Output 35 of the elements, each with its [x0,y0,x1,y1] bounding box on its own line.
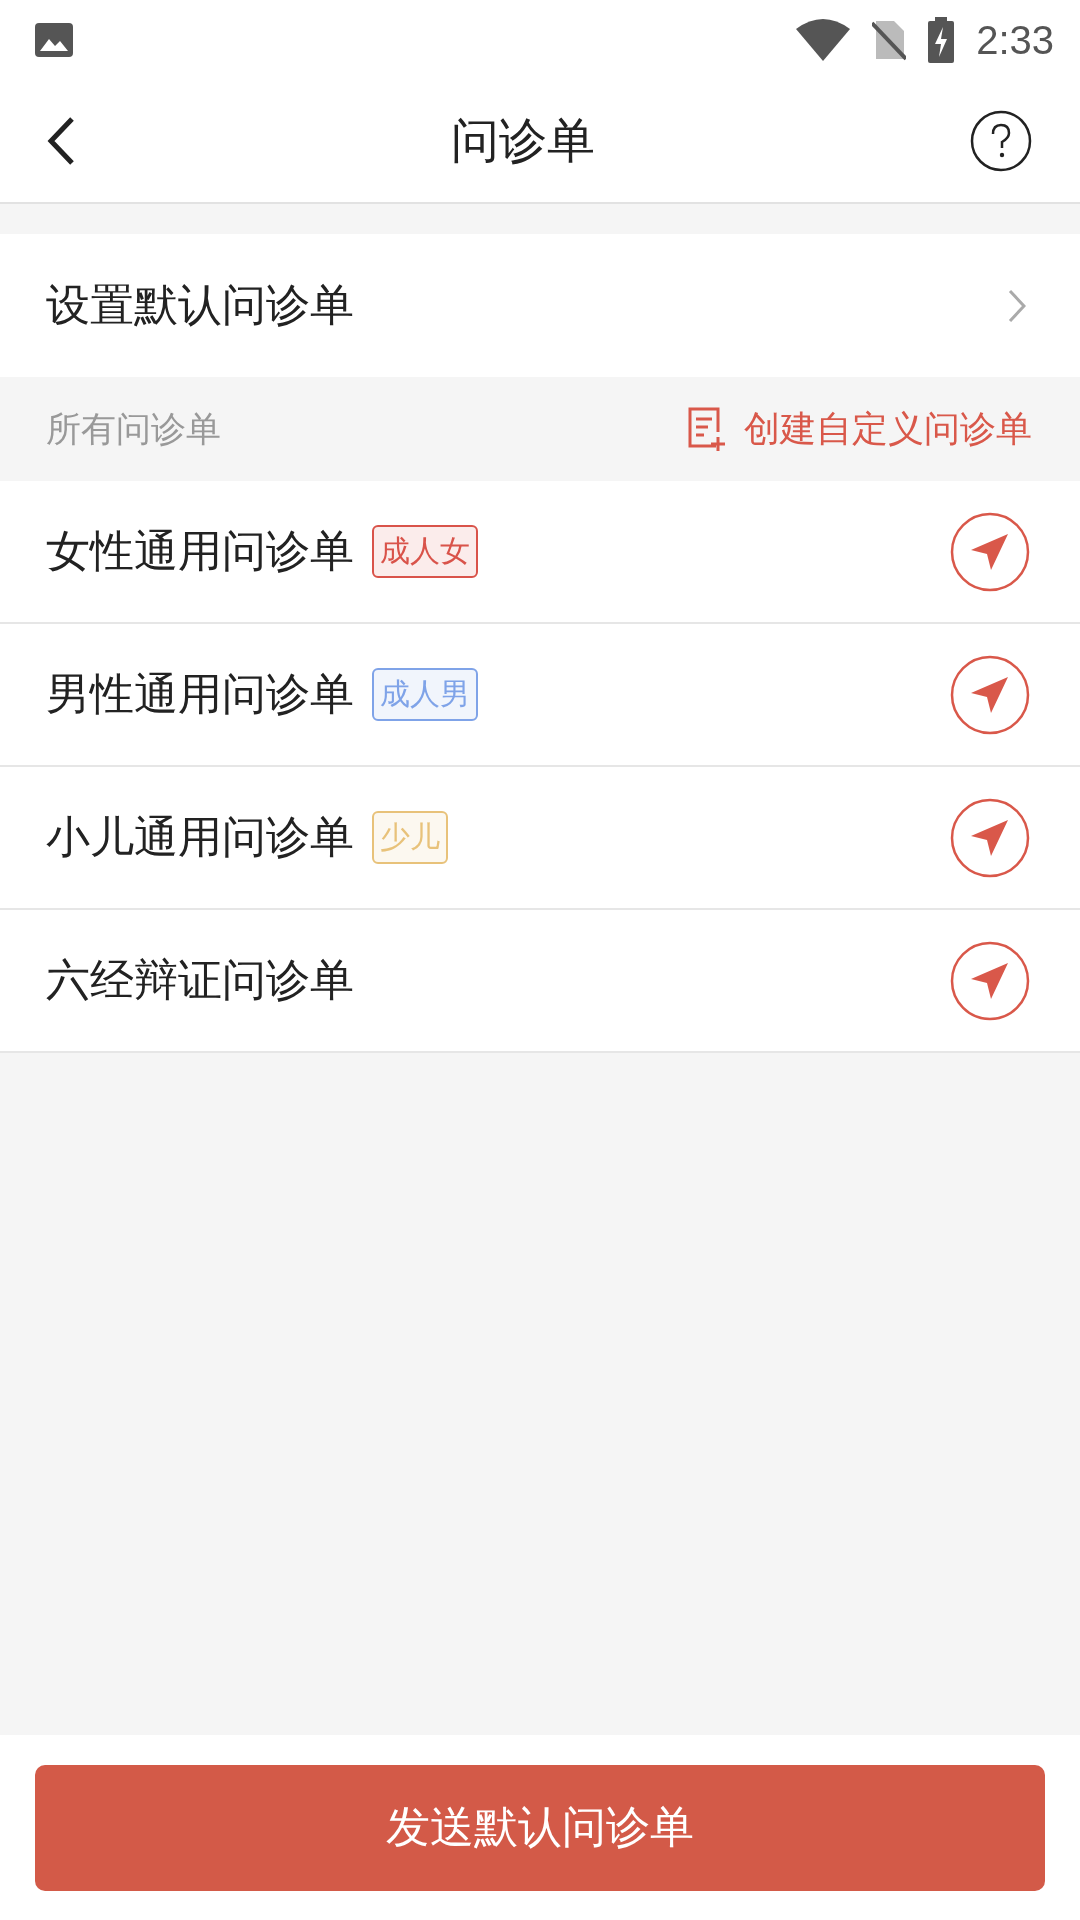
section-title: 所有问诊单 [46,407,221,451]
send-button[interactable] [950,797,1030,878]
help-button[interactable] [970,110,1032,172]
tag: 成人女 [372,525,478,578]
back-icon [46,116,76,166]
page-title: 问诊单 [451,111,595,170]
wifi-icon [796,19,851,61]
send-button[interactable] [950,940,1030,1021]
send-button[interactable] [950,654,1030,735]
chevron-right-icon [1008,288,1026,323]
tag: 少儿 [372,811,448,864]
form-row[interactable]: 男性通用问诊单 成人男 [0,624,1080,767]
create-custom-link[interactable]: 创建自定义问诊单 [686,404,1032,454]
send-button[interactable] [950,511,1030,592]
form-name: 小儿通用问诊单 [46,810,354,864]
form-name: 六经辩证问诊单 [46,953,354,1007]
form-row[interactable]: 小儿通用问诊单 少儿 [0,767,1080,910]
image-icon [35,23,73,57]
form-name: 男性通用问诊单 [46,667,354,721]
paper-plane-icon [950,511,1030,592]
no-sim-icon [872,19,907,61]
row-label: 设置默认问诊单 [46,278,354,332]
help-icon [970,110,1032,172]
form-name: 女性通用问诊单 [46,524,354,578]
paper-plane-icon [950,654,1030,735]
form-row[interactable]: 六经辩证问诊单 [0,910,1080,1053]
tag: 成人男 [372,668,478,721]
battery-charging-icon [928,17,955,63]
status-time: 2:33 [976,17,1054,63]
back-button[interactable] [46,116,76,166]
default-form-row[interactable]: 设置默认问诊单 [0,234,1080,377]
send-default-button[interactable]: 发送默认问诊单 [35,1764,1045,1891]
paper-plane-icon [950,797,1030,878]
paper-plane-icon [950,940,1030,1021]
form-row[interactable]: 女性通用问诊单 成人女 [0,481,1080,624]
